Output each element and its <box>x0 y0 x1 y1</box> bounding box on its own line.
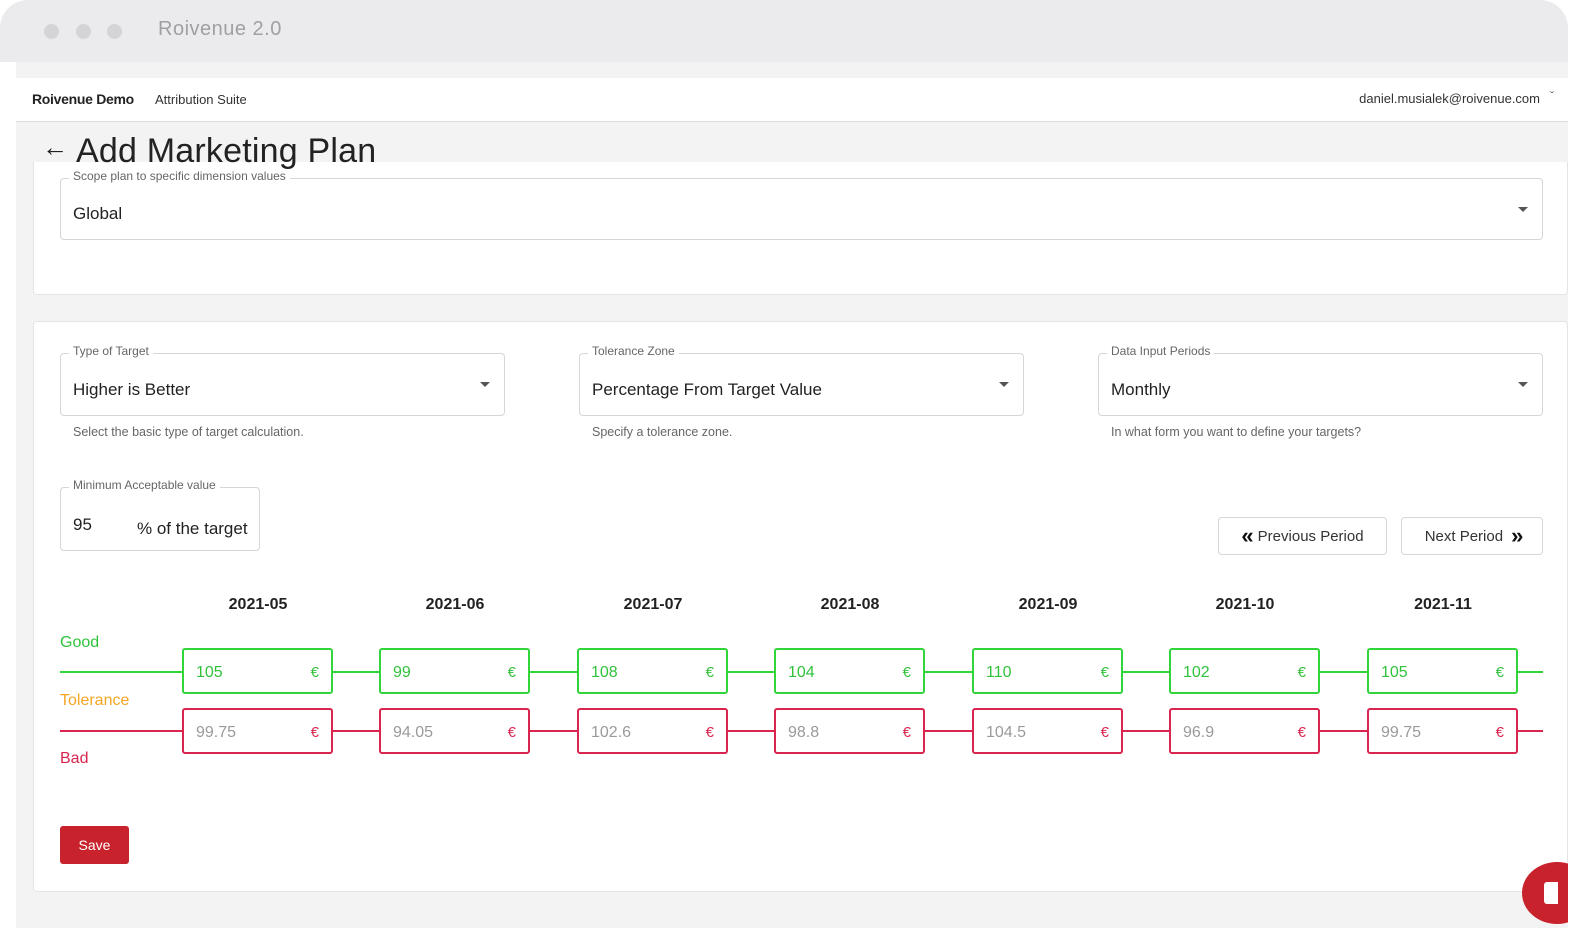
bad-threshold-value: 99.75 <box>1381 724 1422 741</box>
save-button[interactable]: Save <box>60 826 129 864</box>
bad-threshold-value: 99.75 <box>196 724 237 741</box>
type-of-target-value: Higher is Better <box>73 380 191 399</box>
euro-icon: € <box>705 664 714 681</box>
euro-icon: € <box>310 664 319 681</box>
bad-threshold-value: 102.6 <box>591 724 632 741</box>
legend-good: Good <box>60 634 100 651</box>
back-arrow-icon[interactable]: ← <box>42 132 68 162</box>
page-header: ← Add Marketing Plan <box>32 124 1568 172</box>
period-month: 2021-09 <box>1018 596 1078 613</box>
good-target-value: 99 <box>393 664 411 681</box>
top-navigation: Roivenue Demo Attribution Suite daniel.m… <box>16 78 1568 122</box>
data-input-periods-select[interactable]: Data Input Periods Monthly <box>1098 344 1543 416</box>
next-period-button[interactable]: Next Period » <box>1401 517 1543 555</box>
window-zoom-dot[interactable] <box>107 24 122 39</box>
tolerance-zone-value: Percentage From Target Value <box>592 380 822 399</box>
scope-value: Global <box>73 204 123 223</box>
bad-threshold-value: 98.8 <box>788 724 820 741</box>
euro-icon: € <box>902 664 911 681</box>
bad-threshold-input[interactable]: 104.5 € <box>972 708 1123 754</box>
euro-icon: € <box>1100 664 1109 681</box>
good-target-input[interactable]: 105 € <box>1367 648 1518 694</box>
bad-threshold-value: 96.9 <box>1183 724 1215 741</box>
brand-name[interactable]: Roivenue Demo <box>32 91 134 107</box>
suite-name[interactable]: Attribution Suite <box>155 92 247 107</box>
euro-icon: € <box>1297 724 1306 741</box>
minimum-acceptable-input[interactable]: 95 <box>73 515 92 535</box>
bad-threshold-value: 104.5 <box>986 724 1027 741</box>
scope-card: Scope plan to specific dimension values … <box>33 162 1568 295</box>
bad-threshold-input[interactable]: 99.75 € <box>1367 708 1518 754</box>
next-period-label: Next Period <box>1424 527 1504 545</box>
chevron-down-icon <box>999 382 1009 387</box>
euro-icon: € <box>1495 724 1504 741</box>
chevron-down-icon <box>480 382 490 387</box>
bad-threshold-input[interactable]: 96.9 € <box>1169 708 1320 754</box>
good-target-value: 104 <box>788 664 815 681</box>
window-close-dot[interactable] <box>44 24 59 39</box>
data-input-periods-value: Monthly <box>1111 380 1171 399</box>
euro-icon: € <box>705 724 714 741</box>
good-target-value: 102 <box>1183 664 1210 681</box>
euro-icon: € <box>1297 664 1306 681</box>
euro-icon: € <box>507 664 516 681</box>
type-of-target-select[interactable]: Type of Target Higher is Better <box>60 344 505 416</box>
page-title: Add Marketing Plan <box>76 132 377 170</box>
minimum-acceptable-suffix: % of the target <box>137 519 248 538</box>
good-target-input[interactable]: 102 € <box>1169 648 1320 694</box>
period-month: 2021-06 <box>425 596 485 613</box>
period-month: 2021-08 <box>820 596 880 613</box>
good-target-value: 105 <box>196 664 223 681</box>
previous-period-button[interactable]: « Previous Period <box>1218 517 1387 555</box>
window-minimize-dot[interactable] <box>76 24 91 39</box>
euro-icon: € <box>310 724 319 741</box>
bad-threshold-input[interactable]: 98.8 € <box>774 708 925 754</box>
chevron-down-icon <box>1518 207 1528 212</box>
user-menu-caret-icon[interactable]: ˇ <box>1550 89 1554 103</box>
double-chevron-left-icon: « <box>1241 523 1253 548</box>
bad-threshold-input[interactable]: 99.75 € <box>182 708 333 754</box>
good-target-value: 105 <box>1381 664 1408 681</box>
legend-bad: Bad <box>60 750 89 767</box>
euro-icon: € <box>1495 664 1504 681</box>
user-email[interactable]: daniel.musialek@roivenue.com <box>1359 91 1540 106</box>
tolerance-zone-helper: Specify a tolerance zone. <box>592 425 733 439</box>
good-target-value: 108 <box>591 664 618 681</box>
previous-period-label: Previous Period <box>1257 527 1364 545</box>
period-month: 2021-07 <box>623 596 683 613</box>
euro-icon: € <box>902 724 911 741</box>
good-target-input[interactable]: 99 € <box>379 648 530 694</box>
good-target-input[interactable]: 108 € <box>577 648 728 694</box>
bad-threshold-input[interactable]: 94.05 € <box>379 708 530 754</box>
period-month: 2021-11 <box>1414 596 1472 613</box>
good-target-input[interactable]: 110 € <box>972 648 1123 694</box>
good-target-input[interactable]: 104 € <box>774 648 925 694</box>
type-of-target-helper: Select the basic type of target calculat… <box>73 425 304 439</box>
good-target-value: 110 <box>986 664 1012 681</box>
legend-tolerance: Tolerance <box>60 692 130 709</box>
scope-select[interactable]: Scope plan to specific dimension values … <box>60 169 1543 240</box>
minimum-acceptable-label: Minimum Acceptable value <box>69 478 220 492</box>
bad-threshold-value: 94.05 <box>393 724 434 741</box>
euro-icon: € <box>507 724 516 741</box>
bad-threshold-input[interactable]: 102.6 € <box>577 708 728 754</box>
app-content: Roivenue Demo Attribution Suite daniel.m… <box>16 62 1568 928</box>
window-title-bar: Roivenue 2.0 <box>0 0 1568 62</box>
tolerance-zone-label: Tolerance Zone <box>588 344 679 358</box>
type-of-target-label: Type of Target <box>69 344 153 358</box>
euro-icon: € <box>1100 724 1109 741</box>
double-chevron-right-icon: » <box>1511 523 1523 548</box>
tolerance-zone-select[interactable]: Tolerance Zone Percentage From Target Va… <box>579 344 1024 416</box>
chevron-down-icon <box>1518 382 1528 387</box>
window-title: Roivenue 2.0 <box>158 18 282 40</box>
target-settings-card: Type of Target Higher is Better Select t… <box>33 321 1568 892</box>
minimum-acceptable-field[interactable]: Minimum Acceptable value 95 % of the tar… <box>60 478 260 551</box>
data-input-periods-label: Data Input Periods <box>1107 344 1215 358</box>
data-input-periods-helper: In what form you want to define your tar… <box>1111 425 1362 439</box>
period-month: 2021-10 <box>1215 596 1275 613</box>
period-month: 2021-05 <box>228 596 288 613</box>
good-target-input[interactable]: 105 € <box>182 648 333 694</box>
